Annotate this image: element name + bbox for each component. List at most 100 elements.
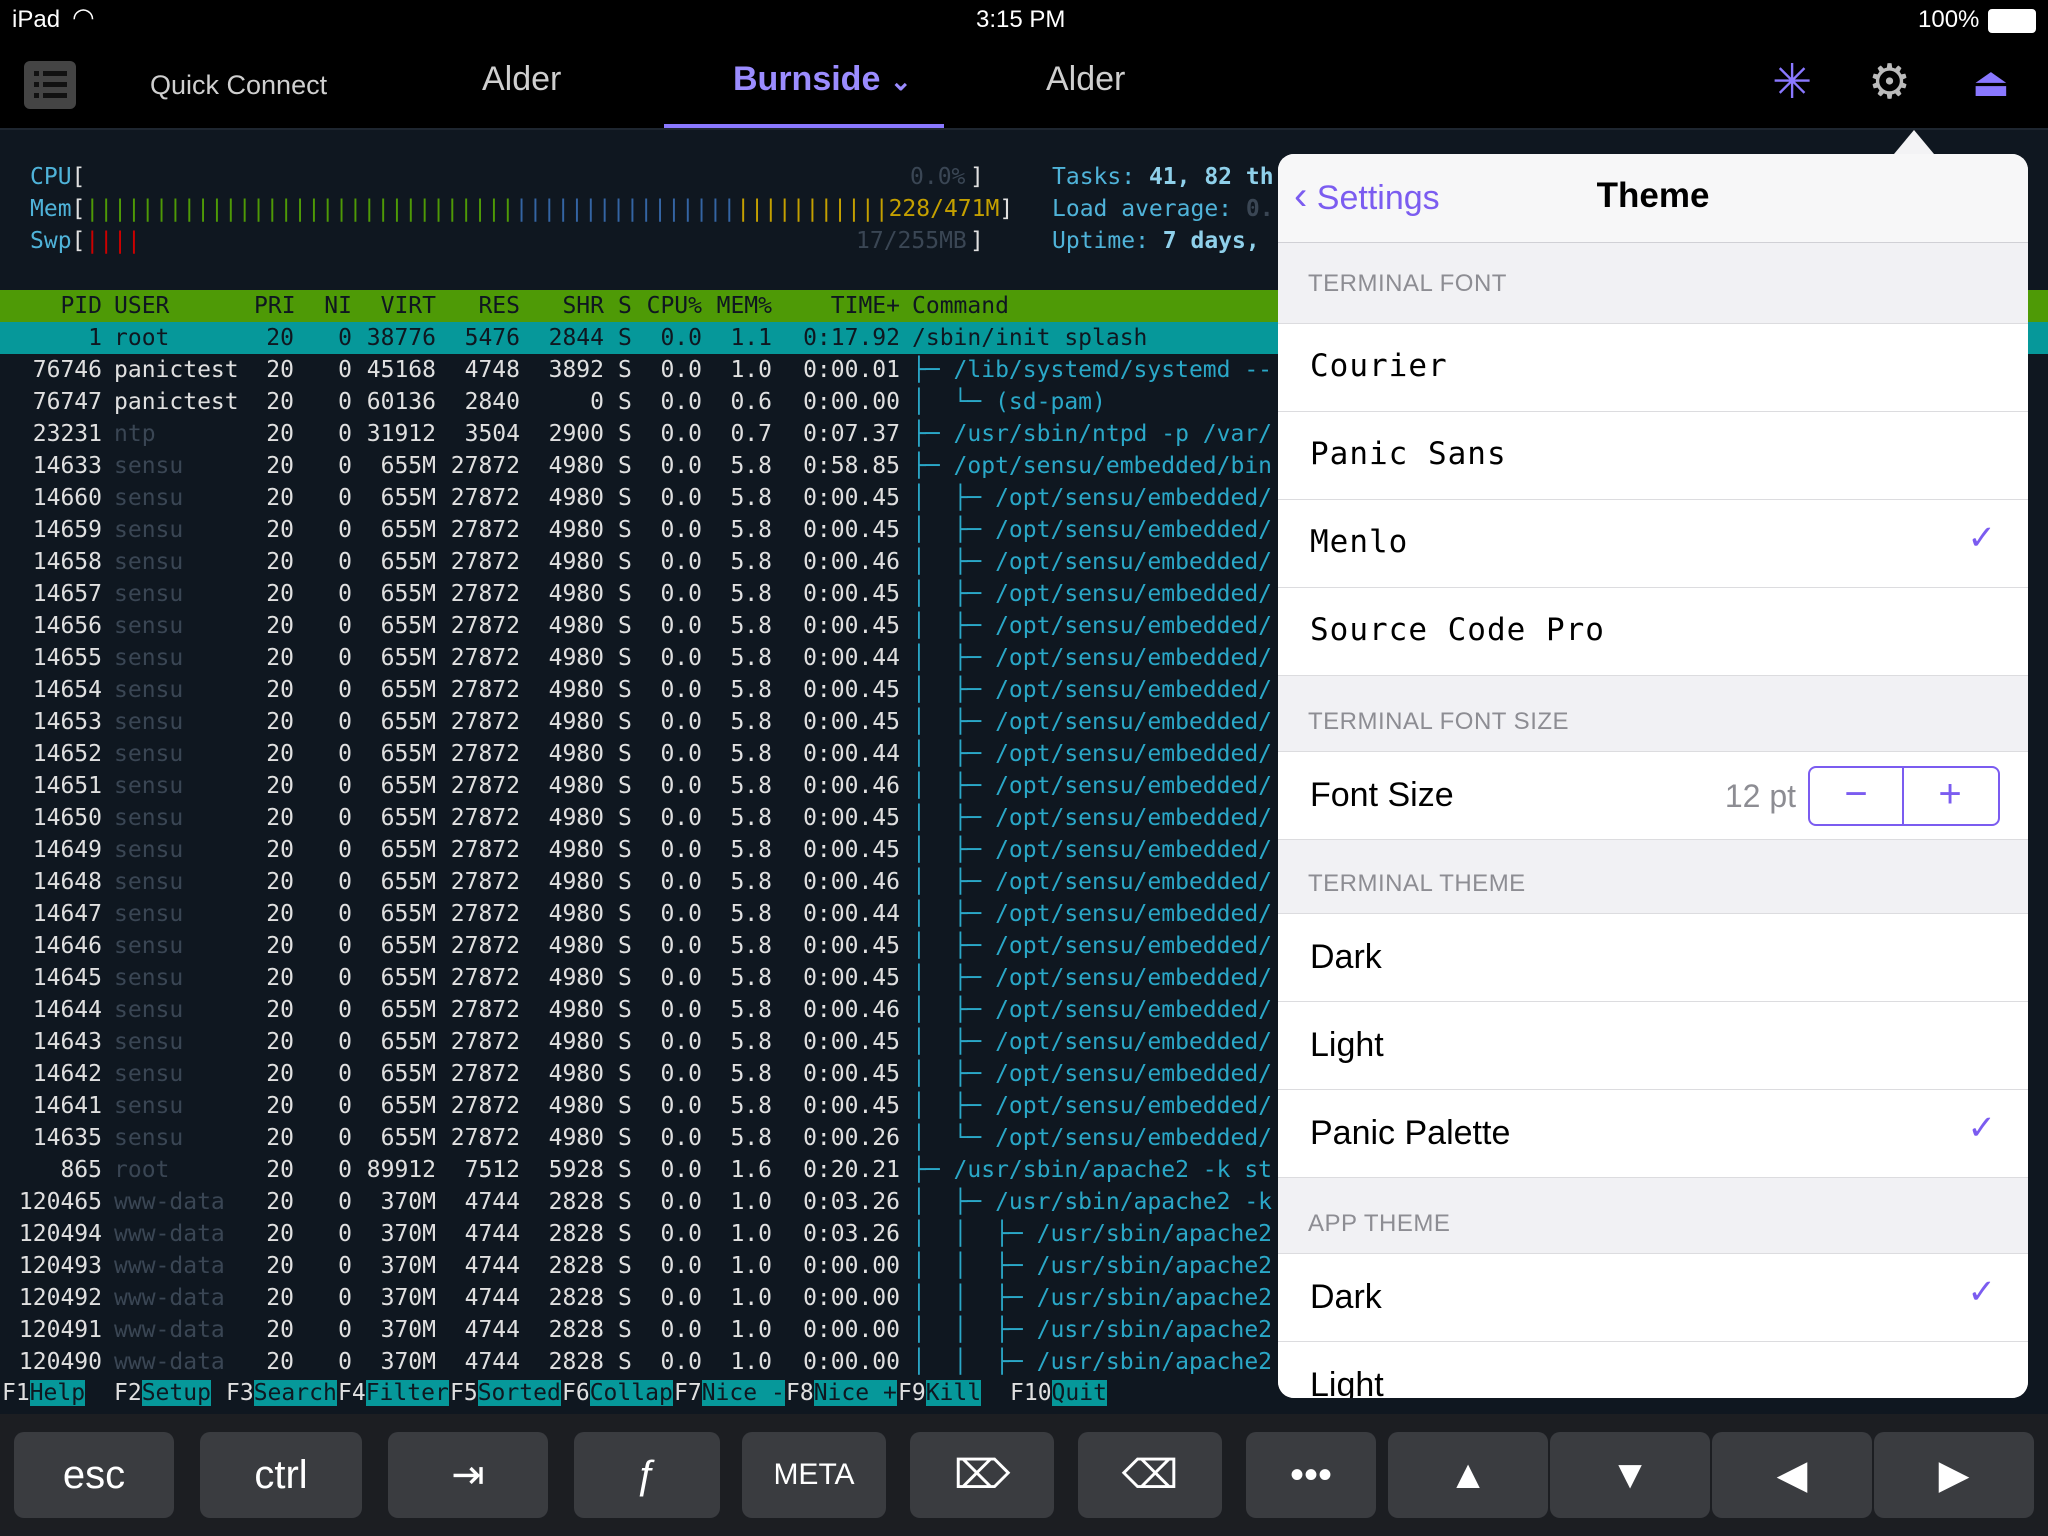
column-header-time[interactable]: TIME+ [776,293,900,319]
cell-ni: 0 [338,613,352,639]
cell-state: S [618,421,632,447]
column-header-virt[interactable]: VIRT [352,293,436,319]
terminal-theme-light[interactable]: Light [1278,1001,2028,1089]
column-header-state[interactable]: S [618,293,638,319]
cell-shr: 4980 [548,645,604,671]
cell-pri: 20 [266,1189,294,1215]
cell-virt: 655M [380,677,436,703]
cell-shr: 4980 [548,453,604,479]
font-option-courier[interactable]: Courier [1278,323,2028,411]
cell-user: www-data [114,1189,225,1215]
cell-state: S [618,869,632,895]
cell-user: www-data [114,1349,225,1375]
terminal-theme-panic-palette[interactable]: Panic Palette ✓ [1278,1089,2028,1178]
arrow-left-icon[interactable]: ◀ [1712,1432,1872,1518]
terminal-theme-dark[interactable]: Dark [1278,913,2028,1001]
plus-icon[interactable]: + [1904,772,1996,817]
cell-pid: 14651 [32,773,102,799]
cell-state: S [618,741,632,767]
delete-forward-icon[interactable]: ⌦ [910,1432,1054,1518]
cell-ni: 0 [338,741,352,767]
backspace-icon[interactable]: ⌫ [1078,1432,1222,1518]
spark-icon[interactable]: ✳ [1772,54,1812,110]
app-theme-dark[interactable]: Dark ✓ [1278,1253,2028,1341]
eject-icon[interactable]: ⏏ [1972,60,2010,106]
cell-shr: 2828 [548,1317,604,1343]
column-header-cpu[interactable]: CPU% [640,293,702,319]
cell-cpu: 0.0 [660,709,702,735]
cell-virt: 655M [380,997,436,1023]
column-header-shr[interactable]: SHR [520,293,604,319]
meta-key[interactable]: META [742,1432,886,1518]
function-icon[interactable]: ƒ [574,1432,720,1518]
fkey-7[interactable]: F7Nice - [674,1380,785,1410]
cell-pri: 20 [266,581,294,607]
cell-user: sensu [114,581,184,607]
cell-pri: 20 [266,1253,294,1279]
tab-burnside[interactable]: Burnside ⌄ [733,60,912,99]
cell-time: 0:20.21 [803,1157,900,1183]
tab-icon[interactable]: ⇥ [388,1432,548,1518]
cell-state: S [618,709,632,735]
font-option-source-code-pro[interactable]: Source Code Pro [1278,587,2028,676]
tab-alder-2[interactable]: Alder [1046,60,1125,99]
cell-shr: 4980 [548,933,604,959]
cell-user: sensu [114,549,184,575]
arrow-right-icon[interactable]: ▶ [1874,1432,2034,1518]
column-header-ni[interactable]: NI [300,293,352,319]
column-header-user[interactable]: USER [114,293,254,319]
cell-pid: 14659 [32,517,102,543]
minus-icon[interactable]: − [1810,772,1902,817]
cell-pid: 14643 [32,1029,102,1055]
cell-virt: 370M [380,1317,436,1343]
column-header-pri[interactable]: PRI [254,293,296,319]
gear-icon[interactable]: ⚙ [1868,54,1911,110]
cell-virt: 655M [380,1029,436,1055]
fkey-2[interactable]: F2Setup [114,1380,224,1410]
cell-pid: 865 [60,1157,102,1183]
cell-shr: 2828 [548,1221,604,1247]
cell-state: S [618,485,632,511]
app-theme-light[interactable]: Light [1278,1341,2028,1398]
cell-pri: 20 [266,1285,294,1311]
cell-state: S [618,965,632,991]
fkey-4[interactable]: F4Filter [338,1380,449,1410]
fkey-9[interactable]: F9Kill [898,1380,1008,1410]
list-icon[interactable] [24,61,76,109]
column-header-pid[interactable]: PID [0,293,102,319]
cell-pri: 20 [266,1029,294,1055]
fkey-8[interactable]: F8Nice + [786,1380,897,1410]
cell-pri: 20 [266,741,294,767]
fkey-5[interactable]: F5Sorted [450,1380,561,1410]
arrow-up-icon[interactable]: ▲ [1388,1432,1548,1518]
cell-ni: 0 [338,485,352,511]
cell-state: S [618,517,632,543]
cell-user: www-data [114,1253,225,1279]
cell-user: sensu [114,997,184,1023]
fkey-3[interactable]: F3Search [226,1380,337,1410]
cell-state: S [618,837,632,863]
cell-res: 4744 [464,1189,520,1215]
fkey-6[interactable]: F6Collap [562,1380,673,1410]
tab-quick-connect[interactable]: Quick Connect [150,70,327,101]
esc-key[interactable]: esc [14,1432,174,1518]
tab-alder[interactable]: Alder [482,60,561,99]
fkey-1[interactable]: F1Help [2,1380,112,1410]
theme-option-label: Dark [1310,938,1382,976]
column-header-res[interactable]: RES [436,293,520,319]
fkey-number: F2 [114,1380,142,1406]
mem-label: Mem [30,196,72,222]
fkey-number: F3 [226,1380,254,1406]
arrow-down-icon[interactable]: ▼ [1550,1432,1710,1518]
cell-pri: 20 [266,1157,294,1183]
font-option-panic-sans[interactable]: Panic Sans [1278,411,2028,499]
fkey-10[interactable]: F10Quit [1010,1380,1130,1410]
font-option-menlo[interactable]: Menlo ✓ [1278,499,2028,587]
cell-time: 0:00.45 [803,709,900,735]
column-header-mem[interactable]: MEM% [706,293,772,319]
ctrl-key[interactable]: ctrl [200,1432,362,1518]
cell-state: S [618,1125,632,1151]
cell-pri: 20 [266,325,294,351]
more-icon[interactable]: ••• [1246,1432,1376,1518]
cell-pri: 20 [266,549,294,575]
